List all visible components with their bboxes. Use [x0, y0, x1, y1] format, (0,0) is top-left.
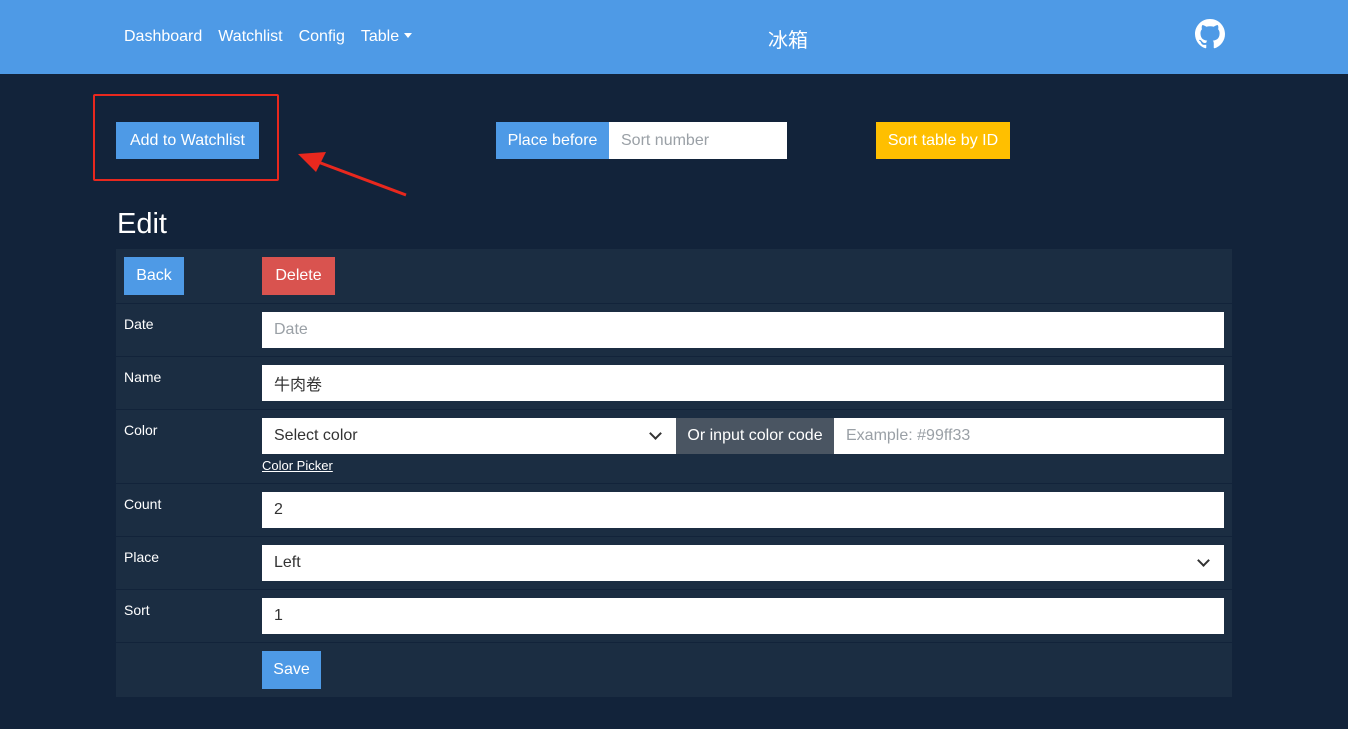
row-divider	[116, 536, 1232, 537]
place-label: Place	[124, 549, 160, 565]
row-divider	[116, 642, 1232, 643]
color-code-addon: Or input color code	[676, 418, 834, 454]
nav-table-label: Table	[360, 28, 400, 45]
sort-number-input[interactable]: Sort number	[609, 122, 787, 159]
name-label: Name	[124, 369, 162, 385]
delete-button[interactable]: Delete	[262, 257, 335, 295]
sort-label: Sort	[124, 602, 150, 618]
row-divider	[116, 356, 1232, 357]
github-icon[interactable]	[1195, 19, 1225, 49]
edit-title: Edit	[117, 208, 167, 240]
navbar: Dashboard Watchlist Config Table 冰箱	[0, 0, 1348, 74]
save-button[interactable]: Save	[262, 651, 321, 689]
row-divider	[116, 409, 1232, 410]
date-input[interactable]: Date	[262, 312, 1224, 348]
nav-links: Dashboard Watchlist Config Table	[124, 0, 428, 74]
row-divider	[116, 303, 1232, 304]
color-select-value: Select color	[274, 427, 358, 444]
caret-down-icon	[404, 33, 413, 38]
sort-table-by-id-button[interactable]: Sort table by ID	[876, 122, 1010, 159]
row-divider	[116, 589, 1232, 590]
place-before-addon: Place before	[496, 122, 609, 159]
annotation-highlight-box	[93, 94, 279, 181]
nav-watchlist[interactable]: Watchlist	[218, 28, 282, 46]
place-select[interactable]: Left	[262, 545, 1224, 581]
date-label: Date	[124, 316, 154, 332]
color-select[interactable]: Select color	[262, 418, 676, 454]
color-label: Color	[124, 422, 158, 438]
nav-config[interactable]: Config	[299, 28, 345, 46]
brand-title[interactable]: 冰箱	[768, 24, 808, 53]
sort-input[interactable]: 1	[262, 598, 1224, 634]
color-picker-link[interactable]: Color Picker	[262, 458, 333, 473]
row-divider	[116, 483, 1232, 484]
nav-dashboard[interactable]: Dashboard	[124, 28, 202, 46]
nav-table-dropdown[interactable]: Table	[360, 28, 413, 46]
place-select-value: Left	[274, 554, 301, 571]
count-label: Count	[124, 496, 162, 512]
count-input[interactable]: 2	[262, 492, 1224, 528]
color-code-input[interactable]: Example: #99ff33	[834, 418, 1224, 454]
back-button[interactable]: Back	[124, 257, 184, 295]
name-input[interactable]: 牛肉卷	[262, 365, 1224, 401]
